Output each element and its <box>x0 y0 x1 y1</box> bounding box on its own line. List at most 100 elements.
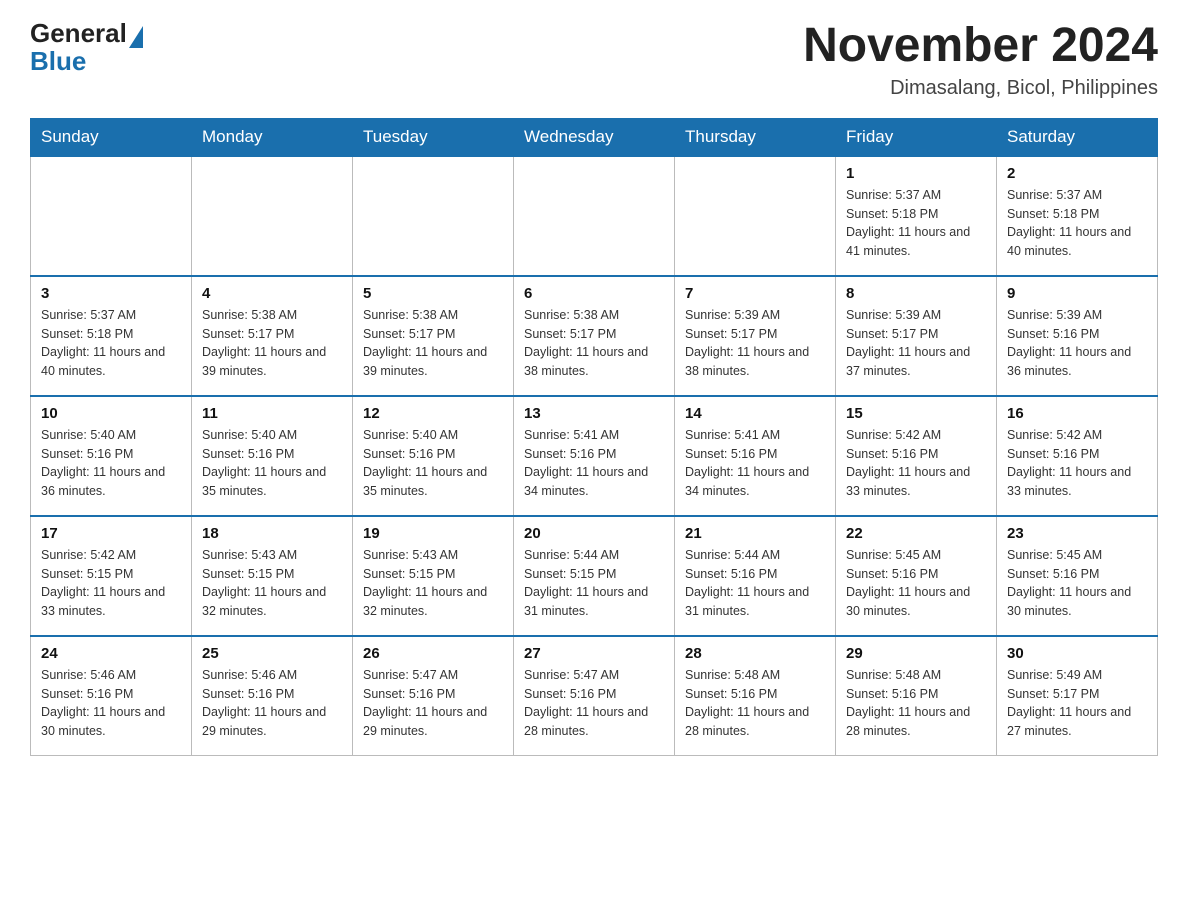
day-info: Sunrise: 5:37 AMSunset: 5:18 PMDaylight:… <box>41 306 181 381</box>
day-number: 27 <box>524 645 664 662</box>
calendar-cell: 1Sunrise: 5:37 AMSunset: 5:18 PMDaylight… <box>836 156 997 276</box>
calendar-cell: 29 Sunrise: 5:48 AMSunset: 5:16 PMDayligh… <box>836 636 997 756</box>
day-number: 18 <box>202 525 342 542</box>
day-number: 24 <box>41 645 181 662</box>
day-number: 2 <box>1007 165 1147 182</box>
day-number: 6 <box>524 285 664 302</box>
day-number: 9 <box>1007 285 1147 302</box>
calendar-cell: 21 Sunrise: 5:44 AMSunset: 5:16 PMDayligh… <box>675 516 836 636</box>
calendar-cell: 4 Sunrise: 5:38 AMSunset: 5:17 PMDaylight… <box>192 276 353 396</box>
day-number: 23 <box>1007 525 1147 542</box>
logo-blue-text: Blue <box>30 46 86 76</box>
calendar-cell: 24 Sunrise: 5:46 AMSunset: 5:16 PMDayligh… <box>31 636 192 756</box>
calendar-cell: 15 Sunrise: 5:42 AMSunset: 5:16 PMDayligh… <box>836 396 997 516</box>
logo: General Blue <box>30 20 145 77</box>
calendar-cell: 16 Sunrise: 5:42 AMSunset: 5:16 PMDayligh… <box>997 396 1158 516</box>
day-number: 22 <box>846 525 986 542</box>
day-info: Sunrise: 5:39 AMSunset: 5:16 PMDaylight:… <box>1007 306 1147 381</box>
calendar-cell: 8Sunrise: 5:39 AMSunset: 5:17 PMDaylight… <box>836 276 997 396</box>
day-info: Sunrise: 5:41 AMSunset: 5:16 PMDaylight:… <box>524 426 664 501</box>
day-info: Sunrise: 5:47 AMSunset: 5:16 PMDaylight:… <box>363 666 503 741</box>
day-info: Sunrise: 5:38 AMSunset: 5:17 PMDaylight:… <box>524 306 664 381</box>
calendar-cell: 19 Sunrise: 5:43 AMSunset: 5:15 PMDayligh… <box>353 516 514 636</box>
calendar-cell <box>192 156 353 276</box>
calendar-cell: 9 Sunrise: 5:39 AMSunset: 5:16 PMDaylight… <box>997 276 1158 396</box>
day-number: 12 <box>363 405 503 422</box>
day-info: Sunrise: 5:48 AMSunset: 5:16 PMDaylight:… <box>846 666 986 741</box>
calendar-cell: 23 Sunrise: 5:45 AMSunset: 5:16 PMDayligh… <box>997 516 1158 636</box>
day-info: Sunrise: 5:45 AMSunset: 5:16 PMDaylight:… <box>846 546 986 621</box>
weekday-header-saturday: Saturday <box>997 118 1158 156</box>
day-info: Sunrise: 5:39 AMSunset: 5:17 PMDaylight:… <box>846 306 986 381</box>
day-number: 26 <box>363 645 503 662</box>
day-info: Sunrise: 5:39 AMSunset: 5:17 PMDaylight:… <box>685 306 825 381</box>
weekday-header-wednesday: Wednesday <box>514 118 675 156</box>
calendar-cell: 25Sunrise: 5:46 AMSunset: 5:16 PMDayligh… <box>192 636 353 756</box>
day-number: 17 <box>41 525 181 542</box>
calendar-cell: 27 Sunrise: 5:47 AMSunset: 5:16 PMDayligh… <box>514 636 675 756</box>
weekday-header-tuesday: Tuesday <box>353 118 514 156</box>
calendar-cell: 30Sunrise: 5:49 AMSunset: 5:17 PMDayligh… <box>997 636 1158 756</box>
calendar-cell: 6 Sunrise: 5:38 AMSunset: 5:17 PMDaylight… <box>514 276 675 396</box>
day-number: 21 <box>685 525 825 542</box>
day-number: 15 <box>846 405 986 422</box>
calendar-table: SundayMondayTuesdayWednesdayThursdayFrid… <box>30 118 1158 757</box>
day-info: Sunrise: 5:46 AMSunset: 5:16 PMDaylight:… <box>202 666 342 741</box>
calendar-cell: 2Sunrise: 5:37 AMSunset: 5:18 PMDaylight… <box>997 156 1158 276</box>
day-info: Sunrise: 5:42 AMSunset: 5:15 PMDaylight:… <box>41 546 181 621</box>
day-info: Sunrise: 5:47 AMSunset: 5:16 PMDaylight:… <box>524 666 664 741</box>
calendar-cell: 20Sunrise: 5:44 AMSunset: 5:15 PMDayligh… <box>514 516 675 636</box>
calendar-week-row: 17 Sunrise: 5:42 AMSunset: 5:15 PMDayligh… <box>31 516 1158 636</box>
calendar-cell: 22 Sunrise: 5:45 AMSunset: 5:16 PMDayligh… <box>836 516 997 636</box>
weekday-header-friday: Friday <box>836 118 997 156</box>
calendar-cell: 17 Sunrise: 5:42 AMSunset: 5:15 PMDayligh… <box>31 516 192 636</box>
calendar-cell <box>353 156 514 276</box>
logo-general-text: General <box>30 20 127 46</box>
day-info: Sunrise: 5:40 AMSunset: 5:16 PMDaylight:… <box>202 426 342 501</box>
calendar-cell: 10 Sunrise: 5:40 AMSunset: 5:16 PMDayligh… <box>31 396 192 516</box>
calendar-cell: 14 Sunrise: 5:41 AMSunset: 5:16 PMDayligh… <box>675 396 836 516</box>
calendar-week-row: 1Sunrise: 5:37 AMSunset: 5:18 PMDaylight… <box>31 156 1158 276</box>
calendar-week-row: 10 Sunrise: 5:40 AMSunset: 5:16 PMDayligh… <box>31 396 1158 516</box>
calendar-cell: 28Sunrise: 5:48 AMSunset: 5:16 PMDayligh… <box>675 636 836 756</box>
weekday-header-sunday: Sunday <box>31 118 192 156</box>
day-info: Sunrise: 5:40 AMSunset: 5:16 PMDaylight:… <box>41 426 181 501</box>
title-area: November 2024 Dimasalang, Bicol, Philipp… <box>803 20 1158 100</box>
day-info: Sunrise: 5:46 AMSunset: 5:16 PMDaylight:… <box>41 666 181 741</box>
day-info: Sunrise: 5:38 AMSunset: 5:17 PMDaylight:… <box>202 306 342 381</box>
page-title: November 2024 <box>803 20 1158 73</box>
day-info: Sunrise: 5:44 AMSunset: 5:16 PMDaylight:… <box>685 546 825 621</box>
day-number: 29 <box>846 645 986 662</box>
day-number: 10 <box>41 405 181 422</box>
calendar-cell <box>675 156 836 276</box>
day-info: Sunrise: 5:48 AMSunset: 5:16 PMDaylight:… <box>685 666 825 741</box>
day-info: Sunrise: 5:40 AMSunset: 5:16 PMDaylight:… <box>363 426 503 501</box>
header: General Blue November 2024 Dimasalang, B… <box>30 20 1158 100</box>
day-number: 19 <box>363 525 503 542</box>
calendar-cell: 7 Sunrise: 5:39 AMSunset: 5:17 PMDaylight… <box>675 276 836 396</box>
day-number: 4 <box>202 285 342 302</box>
day-info: Sunrise: 5:42 AMSunset: 5:16 PMDaylight:… <box>846 426 986 501</box>
day-number: 14 <box>685 405 825 422</box>
day-number: 16 <box>1007 405 1147 422</box>
day-number: 3 <box>41 285 181 302</box>
day-info: Sunrise: 5:42 AMSunset: 5:16 PMDaylight:… <box>1007 426 1147 501</box>
calendar-cell: 12 Sunrise: 5:40 AMSunset: 5:16 PMDayligh… <box>353 396 514 516</box>
weekday-header-monday: Monday <box>192 118 353 156</box>
day-info: Sunrise: 5:41 AMSunset: 5:16 PMDaylight:… <box>685 426 825 501</box>
day-number: 13 <box>524 405 664 422</box>
weekday-header-row: SundayMondayTuesdayWednesdayThursdayFrid… <box>31 118 1158 156</box>
day-info: Sunrise: 5:49 AMSunset: 5:17 PMDaylight:… <box>1007 666 1147 741</box>
day-info: Sunrise: 5:43 AMSunset: 5:15 PMDaylight:… <box>202 546 342 621</box>
calendar-cell: 18 Sunrise: 5:43 AMSunset: 5:15 PMDayligh… <box>192 516 353 636</box>
calendar-cell: 13 Sunrise: 5:41 AMSunset: 5:16 PMDayligh… <box>514 396 675 516</box>
logo-triangle-icon <box>129 26 143 48</box>
day-info: Sunrise: 5:38 AMSunset: 5:17 PMDaylight:… <box>363 306 503 381</box>
day-number: 11 <box>202 405 342 422</box>
day-number: 7 <box>685 285 825 302</box>
day-info: Sunrise: 5:37 AMSunset: 5:18 PMDaylight:… <box>846 186 986 261</box>
day-info: Sunrise: 5:45 AMSunset: 5:16 PMDaylight:… <box>1007 546 1147 621</box>
day-info: Sunrise: 5:43 AMSunset: 5:15 PMDaylight:… <box>363 546 503 621</box>
page-subtitle: Dimasalang, Bicol, Philippines <box>803 77 1158 100</box>
calendar-cell: 5Sunrise: 5:38 AMSunset: 5:17 PMDaylight… <box>353 276 514 396</box>
